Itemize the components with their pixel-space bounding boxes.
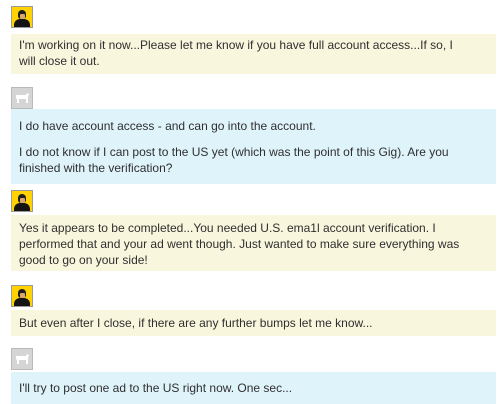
user-silhouette-icon (16, 354, 29, 364)
message-text: I do not know if I can post to the US ye… (19, 145, 449, 159)
seller-avatar-icon[interactable] (11, 285, 33, 307)
message-thread: I'm working on it now...Please let me kn… (0, 0, 500, 404)
message-text: good to go on your side! (19, 253, 148, 267)
message-text: will close it out. (19, 54, 100, 68)
user-silhouette-icon (16, 93, 29, 103)
seller-avatar-icon[interactable] (11, 190, 33, 212)
message-text: Yes it appears to be completed...You nee… (19, 221, 436, 235)
message-text: I do have account access - and can go in… (19, 119, 316, 133)
message-bubble: Yes it appears to be completed...You nee… (11, 215, 496, 271)
message-text: I'll try to post one ad to the US right … (19, 381, 293, 395)
buyer-avatar-icon[interactable] (11, 87, 33, 109)
seller-avatar-icon[interactable] (11, 6, 33, 28)
message-bubble: But even after I close, if there are any… (11, 310, 496, 336)
buyer-avatar-icon[interactable] (11, 348, 33, 370)
message-bubble: I do have account access - and can go in… (11, 109, 496, 184)
message-bubble: I'm working on it now...Please let me kn… (11, 34, 496, 74)
message-text: But even after I close, if there are any… (19, 316, 373, 330)
message-bubble: I'll try to post one ad to the US right … (11, 372, 496, 404)
message-text: performed that and your ad went though. … (19, 237, 460, 251)
message-text: I'm working on it now...Please let me kn… (19, 38, 453, 52)
message-text: finished with the verification? (19, 161, 173, 175)
